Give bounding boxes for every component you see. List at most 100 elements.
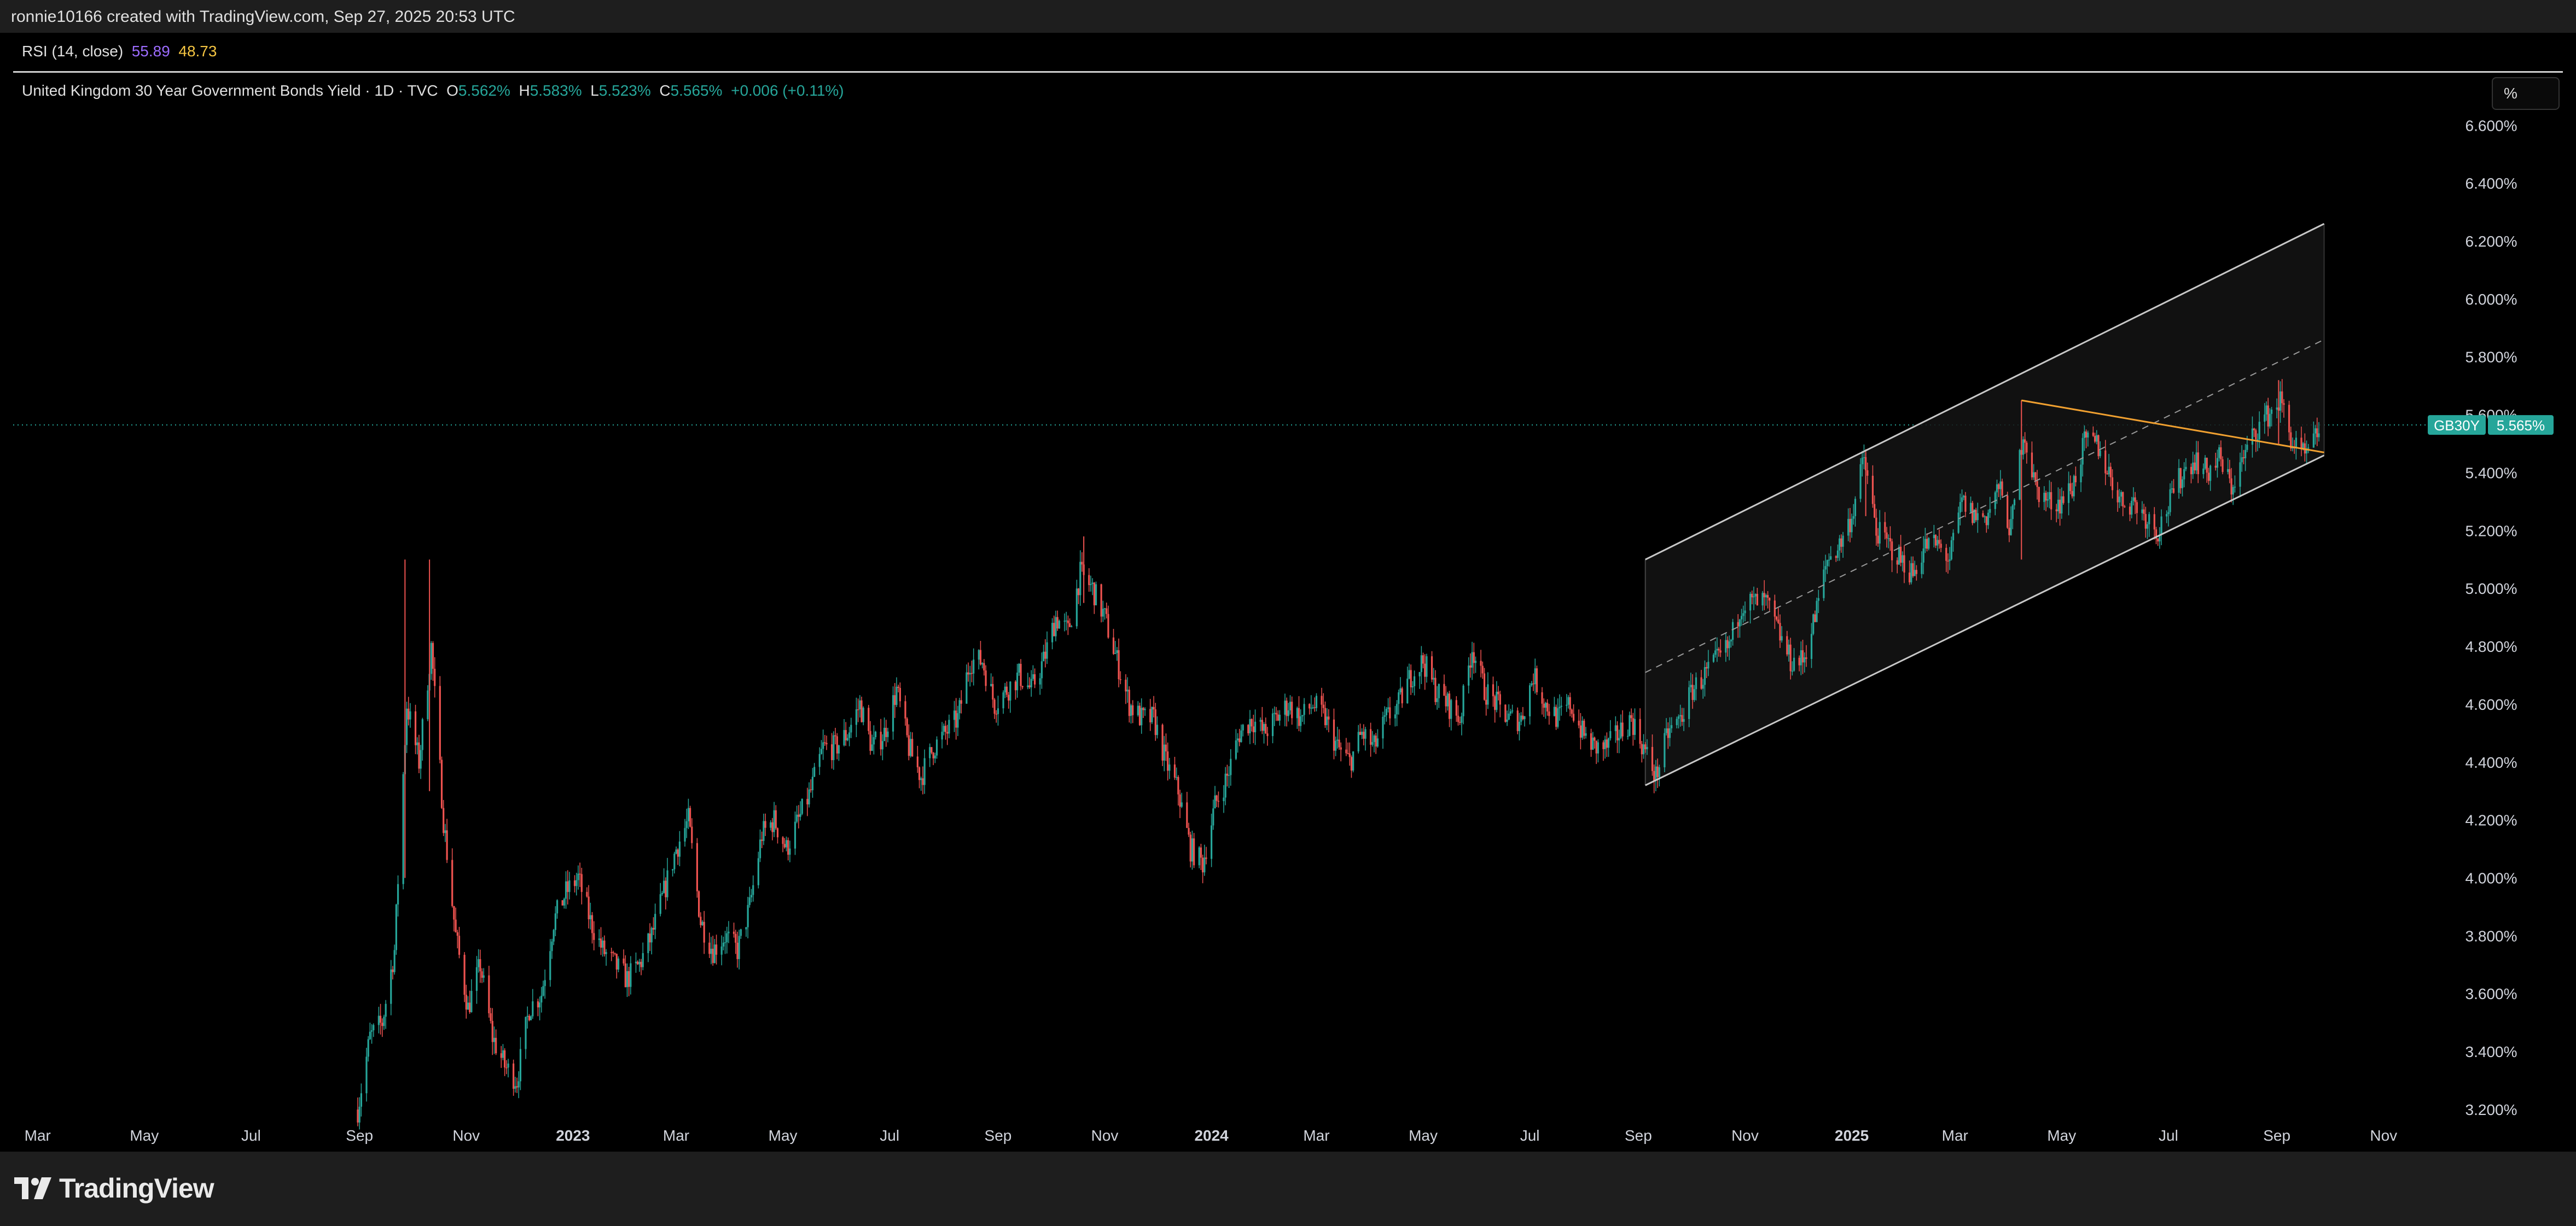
candle (1516, 707, 1519, 734)
candle (1151, 706, 1153, 725)
candle-body (1902, 555, 1904, 563)
candle-body (1450, 700, 1452, 719)
x-axis-tick-label: Nov (2370, 1127, 2397, 1144)
candle-body (600, 938, 602, 948)
candle-body (1348, 753, 1351, 757)
candle (1100, 583, 1102, 623)
candle-body (504, 1050, 506, 1068)
candle (801, 798, 803, 815)
candle (1103, 608, 1106, 620)
candle (1274, 706, 1276, 726)
tradingview-logo[interactable]: TradingView (14, 1172, 214, 1204)
candle-body (1581, 720, 1584, 738)
candle (1406, 666, 1409, 704)
candle-body (1852, 516, 1854, 519)
candle (1816, 597, 1818, 622)
candle (1326, 708, 1328, 731)
candle-body (1328, 716, 1330, 720)
candle-body (1053, 623, 1055, 637)
candle-body (2218, 447, 2220, 458)
candle-body (1251, 719, 1253, 727)
candle-body (2008, 528, 2010, 535)
candle (757, 851, 759, 889)
candle (1141, 698, 1143, 734)
candle-body (1028, 685, 1031, 687)
candle-body (1202, 857, 1204, 873)
candle-body (1629, 715, 1631, 736)
candle (1002, 690, 1004, 714)
candle-body (465, 995, 467, 1010)
candle-body (2207, 472, 2210, 481)
candle-body (1303, 704, 1305, 715)
candle (1156, 716, 1159, 739)
candle (373, 1023, 375, 1037)
candle-body (649, 933, 651, 943)
candle-body (1646, 746, 1648, 750)
candle-body (1321, 696, 1323, 705)
candle-body (2157, 539, 2159, 542)
candle (1107, 605, 1109, 639)
candle-body (2222, 459, 2224, 472)
candle-body (1707, 662, 1709, 669)
candle (530, 1015, 532, 1020)
candle-body (2031, 452, 2033, 477)
candle-body (528, 1015, 531, 1020)
candle (544, 970, 546, 999)
price-chart-area[interactable]: 6.600% 6.400% 6.200% 6.000% 5.800% 5.600% 5.40… (13, 73, 2563, 1152)
candle (1333, 708, 1335, 760)
candle (1287, 703, 1289, 722)
candle (1483, 668, 1486, 701)
candle-body (493, 1037, 496, 1042)
candle (610, 948, 613, 961)
candle-body (1793, 657, 1795, 671)
candle (798, 805, 800, 828)
candle (1508, 704, 1510, 721)
candle-body (1871, 475, 1874, 504)
candle-body (1836, 550, 1839, 558)
rsi-pane[interactable]: RSI (14, close) 55.89 48.73 (13, 33, 2563, 73)
candle-body (955, 710, 957, 728)
candle-body (475, 967, 478, 991)
rsi-legend: RSI (14, close) 55.89 48.73 (22, 43, 217, 60)
candle (402, 772, 404, 890)
candle-body (724, 942, 726, 943)
price-chart[interactable]: 6.600%6.400%6.200%6.000%5.800%5.600%5.40… (13, 73, 2563, 1152)
candle (908, 724, 910, 761)
candle-body (1137, 705, 1139, 715)
candle (663, 868, 665, 894)
candle-body (418, 742, 420, 769)
candle-body (1471, 652, 1473, 668)
candle-body (1289, 702, 1292, 711)
candle-body (490, 1013, 492, 1021)
candle-body (1176, 777, 1178, 778)
candle-body (1214, 795, 1216, 809)
candle (1595, 740, 1597, 764)
candle-body (1987, 512, 1990, 526)
candle (833, 731, 835, 770)
candle (553, 929, 555, 945)
candle (1443, 674, 1445, 696)
candle-body (1765, 595, 1767, 598)
candle (1348, 742, 1351, 766)
candle (857, 698, 859, 722)
low-label: L (590, 82, 599, 99)
candle-body (1898, 546, 1900, 565)
candle-body (1874, 504, 1876, 518)
candle-body (931, 747, 933, 753)
candle (1242, 723, 1244, 737)
candle-body (1957, 512, 1959, 533)
candle (1154, 703, 1156, 741)
candle-body (1877, 535, 1879, 544)
candle (1461, 713, 1463, 735)
candle (1433, 668, 1435, 685)
x-axis-tick-label: Jul (1520, 1127, 1540, 1144)
candle-body (1179, 794, 1181, 807)
candle-body (1359, 732, 1362, 735)
candle-body (1371, 742, 1374, 745)
candle-body (1730, 640, 1732, 641)
candle (810, 779, 812, 793)
candle (1301, 715, 1304, 722)
candle (1592, 732, 1594, 750)
candle (1177, 775, 1179, 806)
unit-toggle-button[interactable]: % (2492, 77, 2560, 110)
